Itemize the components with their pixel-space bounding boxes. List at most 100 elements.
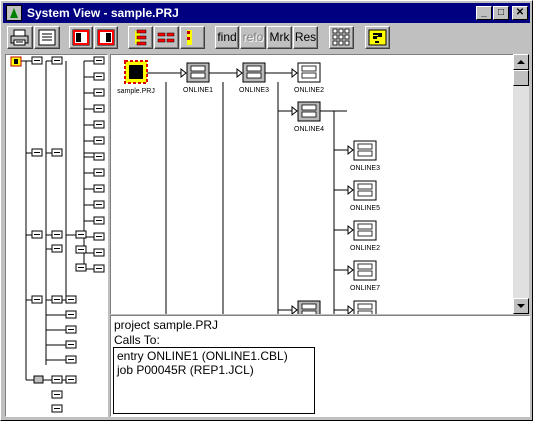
printer-icon: [10, 29, 29, 46]
print-preview-button[interactable]: [34, 26, 60, 49]
scroll-down-button[interactable]: [513, 298, 529, 314]
grid-view-button[interactable]: [329, 26, 354, 49]
tree-root-icon: [10, 56, 22, 67]
tree-node-icon: [93, 216, 105, 225]
tree-node-icon: [75, 245, 87, 254]
node-label: sample.PRJ: [117, 88, 155, 95]
node-label: ONLINE1: [183, 87, 213, 94]
title-bar[interactable]: System View - sample.PRJ _ □ ✕: [3, 3, 530, 23]
overview-tree: [10, 56, 105, 413]
node-label: ONLINE7: [350, 285, 380, 292]
program-node[interactable]: ONLINE3: [239, 62, 269, 94]
node-label: ONLINE2: [294, 87, 324, 94]
program-node[interactable]: ONLINE3: [350, 140, 380, 172]
help-icon: [368, 29, 387, 46]
node-label: ONLINE2: [350, 245, 380, 252]
node-label: ONLINE4: [294, 126, 324, 133]
tree-node-icon: [93, 88, 105, 97]
program-node[interactable]: ONLINE2: [294, 62, 324, 94]
project-line: project sample.PRJ: [114, 318, 219, 332]
tree-node-icon: [93, 232, 105, 241]
tree-node-icon: [93, 184, 105, 193]
help-button[interactable]: [365, 26, 390, 49]
preview-icon: [38, 29, 56, 46]
find-button[interactable]: find: [215, 26, 239, 49]
tree-node-icon: [93, 120, 105, 129]
layout-right-button[interactable]: [94, 26, 118, 49]
tree-node-icon: [51, 404, 63, 413]
calls-to-label: Calls To:: [114, 333, 160, 347]
highlight-button[interactable]: [180, 26, 205, 49]
tree-node-icon: [51, 375, 63, 384]
close-button[interactable]: ✕: [512, 6, 528, 20]
tree-node-icon: [75, 230, 87, 239]
program-node[interactable]: ONLINE4: [294, 101, 324, 133]
calls-item[interactable]: job P00045R (REP1.JCL): [117, 363, 254, 377]
tree-node-icon: [65, 355, 77, 364]
scroll-thumb[interactable]: [513, 70, 529, 86]
app-tree-icon[interactable]: [6, 5, 22, 21]
calls-list[interactable]: entry ONLINE1 (ONLINE1.CBL) job P00045R …: [113, 347, 315, 414]
collapse-icon: [157, 32, 175, 43]
down-arrow-icon: [517, 304, 525, 308]
tree-node-icon: [31, 56, 43, 65]
program-node[interactable]: [297, 300, 321, 314]
call-graph-view[interactable]: sample.PRJ ONLINE1 ONLINE3 ONLINE2 ONLINE4 ON…: [110, 54, 529, 314]
scroll-up-button[interactable]: [513, 54, 529, 70]
grid-icon: [332, 28, 350, 46]
tree-node-icon: [93, 168, 105, 177]
tree-node-icon: [51, 56, 63, 65]
res-button[interactable]: Res: [293, 26, 318, 49]
program-node[interactable]: ONLINE5: [350, 180, 380, 212]
info-panel: project sample.PRJ Calls To: entry ONLIN…: [110, 315, 530, 417]
tree-node-icon: [75, 263, 87, 272]
tree-node-icon: [31, 295, 43, 304]
tree-node-icon: [65, 325, 77, 334]
node-label: ONLINE5: [350, 205, 380, 212]
print-button[interactable]: [7, 26, 33, 49]
toolbar: find refo Mrk Res: [3, 24, 530, 52]
refo-button[interactable]: refo: [240, 26, 266, 49]
tree-node-icon: [93, 104, 105, 113]
left-pane-icon: [72, 29, 90, 46]
expand-tree-button[interactable]: [128, 26, 153, 49]
root-project-node[interactable]: sample.PRJ: [117, 60, 155, 95]
tree-node-icon: [93, 72, 105, 81]
right-pane-icon: [97, 29, 115, 46]
node-label: ONLINE3: [239, 87, 269, 94]
maximize-button[interactable]: □: [493, 6, 509, 20]
tree-node-icon: [31, 148, 43, 157]
up-arrow-icon: [517, 60, 525, 64]
tree-node-icon: [65, 295, 77, 304]
graph-vertical-scrollbar[interactable]: [513, 54, 529, 314]
tree-node-icon: [33, 375, 44, 384]
tree-node-icon: [93, 152, 105, 161]
tree-node-icon: [93, 248, 105, 257]
tree-node-icon: [51, 230, 63, 239]
tree-node-icon: [65, 310, 77, 319]
expand-icon: [135, 29, 147, 46]
program-node[interactable]: ONLINE1: [183, 62, 213, 94]
highlight-icon: [187, 30, 192, 45]
tree-node-icon: [65, 375, 77, 384]
window-title: System View - sample.PRJ: [27, 6, 179, 20]
tree-node-icon: [51, 148, 63, 157]
tree-node-icon: [93, 136, 105, 145]
collapse-tree-button[interactable]: [154, 26, 179, 49]
program-node[interactable]: ONLINE1: [350, 300, 380, 314]
tree-node-icon: [51, 244, 63, 253]
program-node[interactable]: ONLINE2: [350, 220, 380, 252]
overview-tree-panel[interactable]: [5, 54, 108, 417]
node-label: ONLINE3: [350, 165, 380, 172]
tree-node-icon: [51, 295, 63, 304]
tree-node-icon: [93, 264, 105, 273]
layout-left-button[interactable]: [69, 26, 93, 49]
program-node[interactable]: ONLINE7: [350, 260, 380, 292]
system-view-window: System View - sample.PRJ _ □ ✕ find refo…: [0, 0, 533, 421]
call-graph: sample.PRJ ONLINE1 ONLINE3 ONLINE2 ONLINE4 ON…: [117, 60, 380, 314]
minimize-button[interactable]: _: [476, 6, 492, 20]
tree-node-icon: [65, 340, 77, 349]
mark-button[interactable]: Mrk: [267, 26, 292, 49]
calls-item[interactable]: entry ONLINE1 (ONLINE1.CBL): [117, 349, 288, 363]
tree-node-icon: [93, 56, 105, 65]
